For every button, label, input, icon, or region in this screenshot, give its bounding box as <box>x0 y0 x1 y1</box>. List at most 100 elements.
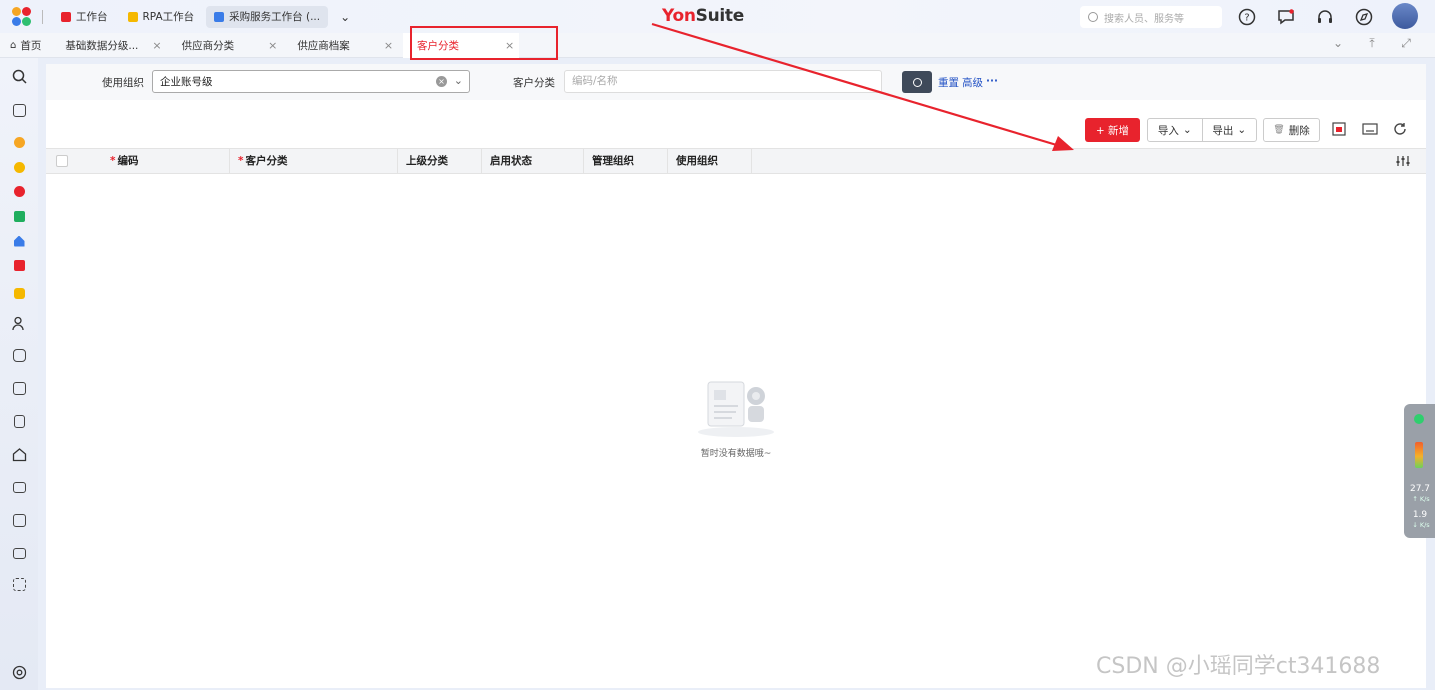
monitor-icon[interactable] <box>11 545 27 561</box>
column-header-manage-org[interactable]: 管理组织 <box>584 149 668 173</box>
tab-supplier-category[interactable]: 供应商分类 × <box>172 33 288 58</box>
app-tab-workbench[interactable]: 工作台 <box>53 6 116 28</box>
avatar[interactable] <box>1392 3 1418 29</box>
pin-top-icon[interactable]: ⤒ <box>1355 36 1389 51</box>
layout-icon[interactable] <box>11 576 27 592</box>
watermark: CSDN @小瑶同学ct341688 <box>1096 654 1381 679</box>
upload-unit-text: K/s <box>1419 495 1430 503</box>
keyboard-icon[interactable] <box>1362 121 1378 137</box>
apps-orange-icon[interactable] <box>11 159 27 175</box>
tab-strip: ⌂ 首页 基础数据分级... × 供应商分类 × 供应商档案 × 客户分类 × <box>0 32 1435 58</box>
search-icon[interactable] <box>11 68 27 84</box>
store-icon[interactable] <box>11 347 27 363</box>
refresh-icon[interactable] <box>1392 121 1408 137</box>
reset-link[interactable]: 重置 <box>938 75 959 90</box>
search-icon <box>1088 12 1098 22</box>
tab-strip-tools: ⌄ ⤒ ⤢ <box>1321 36 1423 51</box>
status-dot <box>1414 414 1424 424</box>
export-label: 导出 <box>1212 124 1234 137</box>
message-icon[interactable] <box>1275 6 1297 28</box>
column-label: 使用组织 <box>676 155 718 167</box>
required-mark: * <box>110 155 116 167</box>
category-search-input[interactable]: 编码/名称 <box>564 70 882 93</box>
app-tab-label: 工作台 <box>76 11 108 23</box>
download-speed: 1.9 <box>1412 510 1428 520</box>
close-icon[interactable]: × <box>152 39 161 52</box>
column-header-customer-category[interactable]: * 客户分类 <box>230 149 398 173</box>
select-all-checkbox[interactable] <box>56 155 68 167</box>
column-header-status[interactable]: 启用状态 <box>482 149 584 173</box>
empty-text: 暂时没有数据哦~ <box>700 449 772 459</box>
brand-logo-part: Yon <box>662 6 696 26</box>
org-select[interactable]: 企业账号级 × ⌄ <box>152 70 470 93</box>
shop-settings-icon[interactable] <box>11 380 27 396</box>
briefcase-icon[interactable] <box>11 102 27 118</box>
delete-label: 删除 <box>1288 124 1310 137</box>
top-icons: ? <box>1236 6 1392 28</box>
export-button[interactable]: 导出 ⌄ <box>1201 119 1257 141</box>
folder-icon[interactable] <box>11 479 27 495</box>
import-button[interactable]: 导入 ⌄ <box>1148 119 1202 141</box>
chevron-down-icon: ⌄ <box>1182 124 1192 136</box>
close-icon[interactable]: × <box>384 39 393 52</box>
report-red-icon[interactable] <box>11 257 27 273</box>
help-icon[interactable]: ? <box>1236 6 1258 28</box>
headset-icon[interactable] <box>1314 6 1336 28</box>
advanced-link[interactable]: 高级 <box>962 75 983 90</box>
tab-label: 供应商档案 <box>297 39 350 52</box>
column-header-parent-category[interactable]: 上级分类 <box>398 149 482 173</box>
badge-yellow-icon[interactable] <box>11 285 27 301</box>
delete-button[interactable]: 🗑 删除 <box>1263 118 1320 142</box>
tab-home[interactable]: ⌂ 首页 <box>0 33 51 58</box>
home-settings-icon[interactable] <box>11 446 27 462</box>
column-label: 编码 <box>117 155 139 167</box>
column-header-use-org[interactable]: 使用组织 <box>668 149 752 173</box>
empty-state: 暂时没有数据哦~ <box>691 376 781 459</box>
svg-text:?: ? <box>1244 13 1249 24</box>
more-icon[interactable]: ··· <box>986 75 998 87</box>
tab-supplier-archive[interactable]: 供应商档案 × <box>287 33 403 58</box>
settings-icon[interactable] <box>11 664 27 680</box>
left-sidebar <box>0 58 38 690</box>
house-blue-icon[interactable] <box>11 233 27 249</box>
add-button[interactable]: + 新增 <box>1085 118 1140 142</box>
people-icon[interactable] <box>11 315 27 331</box>
brand-logo: YonSuite <box>662 6 744 26</box>
search-button[interactable] <box>902 71 932 93</box>
app-tab-rpa[interactable]: RPA工作台 <box>120 6 203 28</box>
apps-yellow-icon[interactable] <box>11 134 27 150</box>
tab-label: 供应商分类 <box>181 39 235 52</box>
required-mark: * <box>238 155 244 167</box>
close-icon[interactable]: × <box>268 39 277 52</box>
chevron-down-icon[interactable]: ⌄ <box>332 10 358 24</box>
print-template-icon[interactable] <box>1331 121 1347 137</box>
chevron-down-icon[interactable]: ⌄ <box>1321 36 1355 51</box>
compass-icon[interactable] <box>1353 6 1375 28</box>
app-tab-procurement[interactable]: 采购服务工作台 (... <box>206 5 329 28</box>
clear-icon[interactable]: × <box>436 76 447 87</box>
app-launcher-icon[interactable] <box>12 6 32 27</box>
home-icon: ⌂ <box>10 39 17 51</box>
chevron-down-icon: ⌄ <box>1237 124 1247 136</box>
fullscreen-icon[interactable]: ⤢ <box>1389 36 1423 51</box>
column-label: 管理组织 <box>592 155 634 167</box>
top-bar: 工作台 RPA工作台 采购服务工作台 (... ⌄ YonSuite 搜索人员、… <box>0 0 1435 33</box>
download-unit-text: K/s <box>1419 521 1430 529</box>
annotation-highlight-box <box>410 26 558 60</box>
book-green-icon[interactable] <box>11 208 27 224</box>
global-search-input[interactable]: 搜索人员、服务等 <box>1080 6 1222 28</box>
table-header: * 编码 * 客户分类 上级分类 启用状态 管理组织 使用组织 <box>46 148 1426 174</box>
divider <box>42 9 43 24</box>
shop-icon[interactable] <box>11 512 27 528</box>
empty-illustration-icon <box>696 376 776 438</box>
usage-bar <box>1415 442 1423 468</box>
brand-logo-part: Suite <box>695 6 745 26</box>
tab-base-data[interactable]: 基础数据分级... × <box>51 33 171 58</box>
search-icon <box>912 77 922 87</box>
column-settings-icon[interactable] <box>1396 155 1410 170</box>
network-speed-widget[interactable]: 27.7 ↑ K/s 1.9 ↓ K/s <box>1404 404 1435 538</box>
clipboard-icon[interactable] <box>11 413 27 429</box>
chevron-down-icon[interactable]: ⌄ <box>454 74 463 87</box>
column-header-code[interactable]: * 编码 <box>102 149 230 173</box>
flower-red-icon[interactable] <box>11 183 27 199</box>
